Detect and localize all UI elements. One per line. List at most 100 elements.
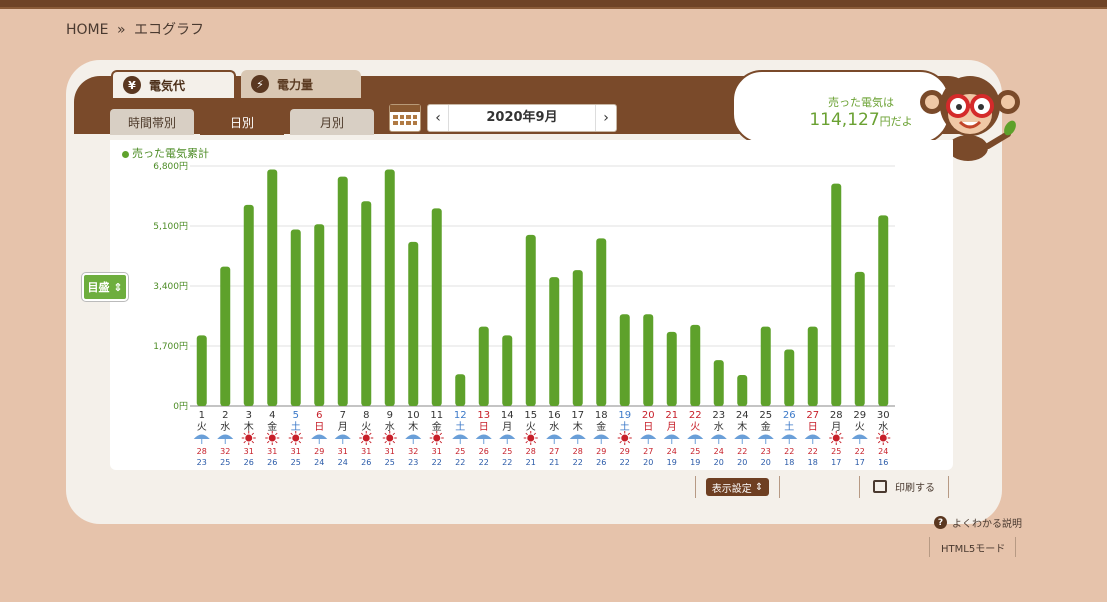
high-temp-label: 22	[737, 447, 747, 456]
bar	[478, 326, 489, 406]
low-temp-label: 18	[808, 458, 818, 467]
display-settings-button[interactable]: 表示設定 ⇕	[706, 478, 769, 496]
prev-month-button[interactable]: ‹	[428, 105, 448, 131]
umbrella-icon	[334, 434, 351, 439]
help-link[interactable]: ? よくわかる説明	[934, 515, 1022, 530]
sun-icon	[292, 434, 300, 442]
high-temp-label: 31	[385, 447, 395, 456]
umbrella-icon	[687, 434, 704, 439]
low-temp-label: 25	[220, 458, 230, 467]
sun-ray	[275, 432, 278, 436]
x-day-label: 13	[477, 410, 490, 421]
month-label: 2020年9月	[448, 105, 596, 131]
scale-button[interactable]: 目盛 ⇕	[82, 273, 128, 301]
calendar-icon[interactable]	[389, 104, 421, 132]
bar	[831, 183, 842, 406]
x-day-label: 17	[571, 410, 584, 421]
sun-ray	[251, 432, 255, 436]
tab-hourly[interactable]: 時間帯別	[110, 109, 194, 135]
sun-ray	[619, 440, 622, 444]
tab-electricity-cost-label: 電気代	[149, 78, 186, 93]
next-month-button[interactable]: ›	[596, 105, 616, 131]
sun-ray	[830, 440, 834, 444]
low-temp-label: 21	[526, 458, 536, 467]
bar	[807, 326, 818, 406]
x-day-label: 30	[877, 410, 890, 421]
bar	[455, 374, 466, 406]
tab-electricity-cost[interactable]: ¥ 電気代	[111, 70, 236, 98]
low-temp-label: 19	[667, 458, 677, 467]
low-temp-label: 20	[643, 458, 653, 467]
sun-ray	[431, 440, 434, 444]
top-band	[0, 0, 1107, 9]
bar	[196, 335, 207, 406]
high-temp-label: 31	[361, 447, 371, 456]
bar	[596, 238, 607, 406]
sun-ray	[619, 432, 622, 436]
high-temp-label: 24	[878, 447, 888, 456]
sun-ray	[290, 440, 293, 444]
bar	[220, 266, 231, 406]
low-temp-label: 20	[737, 458, 747, 467]
x-day-label: 8	[363, 410, 369, 421]
divider	[929, 537, 930, 557]
sun-icon	[386, 434, 394, 442]
sun-ray	[839, 440, 842, 444]
print-button[interactable]: 印刷する	[873, 479, 935, 494]
bar	[361, 201, 372, 406]
yen-icon: ¥	[123, 76, 141, 94]
sun-ray	[384, 432, 387, 436]
tab-electricity-amount[interactable]: ⚡ 電力量	[241, 70, 361, 98]
scale-button-label: 目盛	[87, 281, 110, 294]
sun-ray	[392, 440, 396, 444]
bubble-amount: 114,127	[809, 110, 880, 130]
tab-monthly[interactable]: 月別	[290, 109, 374, 135]
html5-mode-link[interactable]: HTML5モード	[941, 540, 1005, 555]
bar	[619, 314, 630, 406]
sun-ray	[439, 432, 443, 436]
umbrella-icon	[499, 434, 516, 439]
x-day-label: 29	[853, 410, 866, 421]
y-tick-label: 6,800円	[153, 161, 188, 172]
breadcrumb-home[interactable]: HOME	[66, 22, 108, 38]
sun-icon	[879, 434, 887, 442]
x-day-label: 28	[830, 410, 843, 421]
bar	[384, 169, 395, 406]
x-day-label: 7	[340, 410, 346, 421]
umbrella-icon	[475, 434, 492, 439]
sun-ray	[431, 432, 434, 436]
low-temp-label: 25	[291, 458, 301, 467]
high-temp-label: 27	[643, 447, 653, 456]
sun-ray	[886, 432, 889, 436]
help-link-label: よくわかる説明	[952, 519, 1022, 530]
umbrella-icon	[193, 434, 210, 439]
low-temp-label: 24	[314, 458, 324, 467]
x-weekday-label: 水	[549, 421, 559, 433]
umbrella-icon	[757, 434, 774, 439]
low-temp-label: 24	[338, 458, 348, 467]
bar	[878, 215, 889, 406]
high-temp-label: 31	[338, 447, 348, 456]
umbrella-icon	[593, 434, 610, 439]
x-weekday-label: 日	[643, 422, 653, 433]
x-weekday-label: 火	[855, 421, 865, 433]
high-temp-label: 32	[408, 447, 418, 456]
x-weekday-label: 土	[784, 420, 794, 433]
x-day-label: 16	[548, 410, 561, 421]
bar	[549, 277, 560, 406]
sun-ray	[392, 432, 396, 436]
bubble-line1: 売った電気は	[828, 96, 894, 109]
high-temp-label: 32	[220, 447, 230, 456]
low-temp-label: 22	[620, 458, 630, 467]
x-weekday-label: 土	[455, 420, 465, 433]
x-day-label: 1	[199, 410, 205, 421]
low-temp-label: 26	[244, 458, 254, 467]
umbrella-icon	[710, 434, 727, 439]
bar	[737, 374, 748, 406]
tab-daily[interactable]: 日別	[200, 109, 284, 135]
bar	[502, 335, 513, 406]
divider	[1015, 537, 1016, 557]
x-weekday-label: 水	[220, 421, 230, 433]
bubble-suffix: 円だよ	[879, 115, 913, 128]
x-weekday-label: 月	[502, 421, 512, 433]
